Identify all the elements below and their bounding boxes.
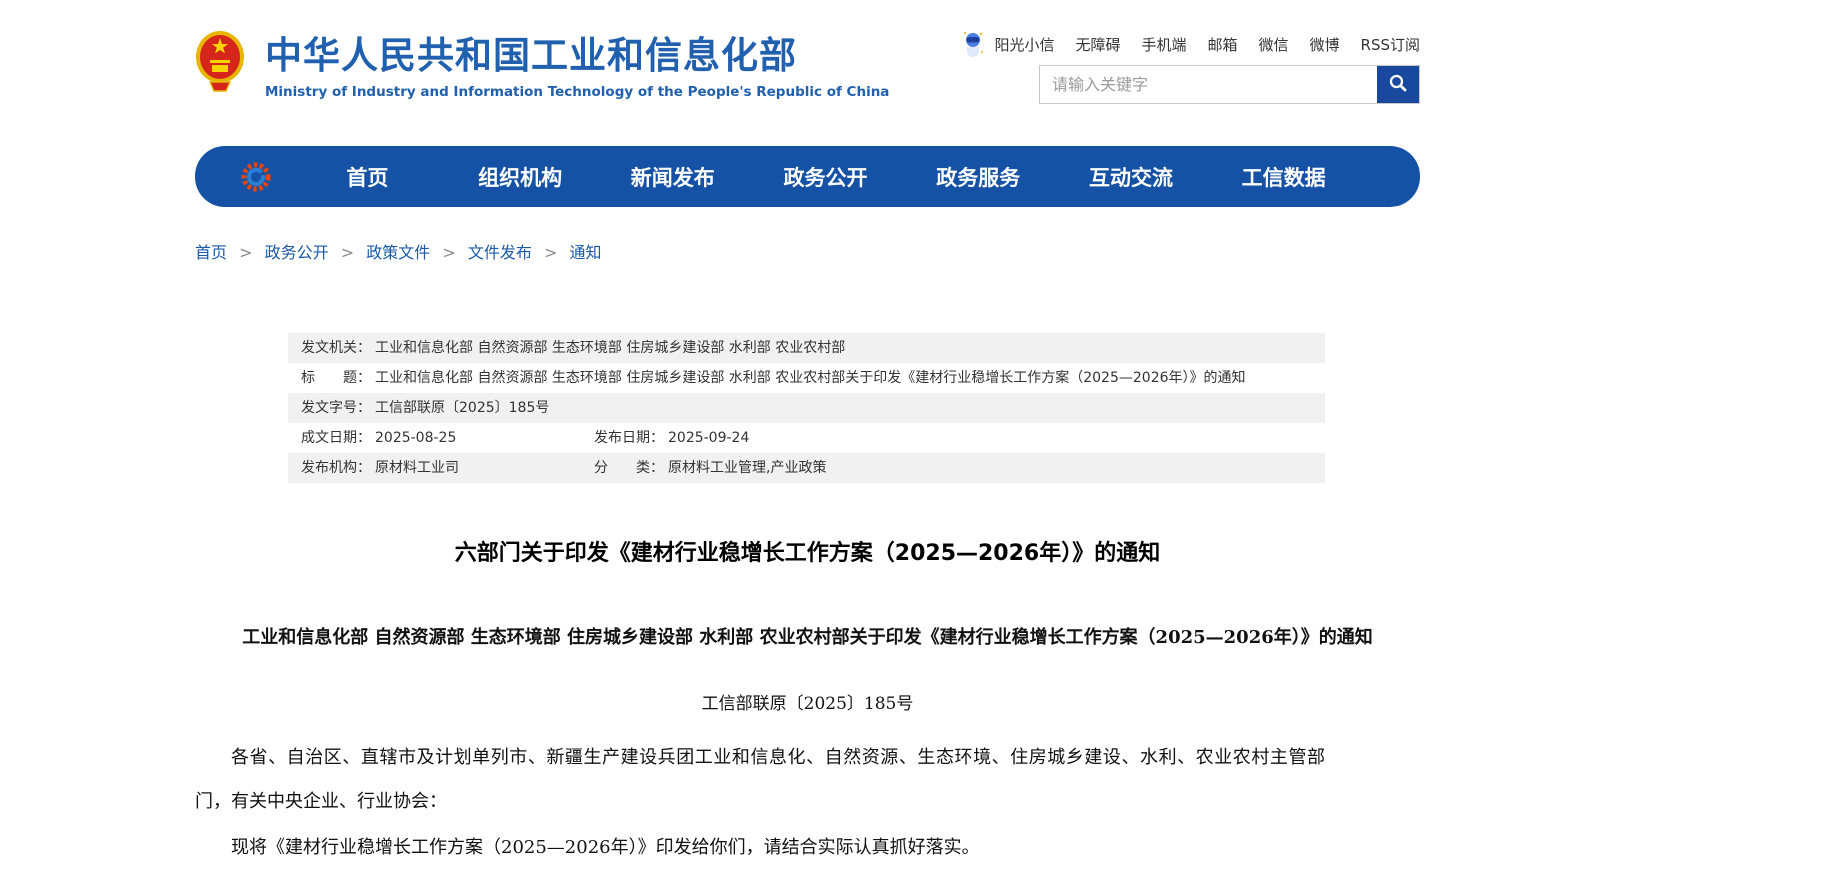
meta-label: 发布机构：	[301, 453, 371, 483]
meta-value: 原材料工业管理,产业政策	[668, 453, 826, 483]
site-title: 中华人民共和国工业和信息化部	[265, 32, 889, 80]
meta-row-dates: 成文日期： 2025-08-25 发布日期： 2025-09-24	[288, 423, 1325, 453]
site-title-english: Ministry of Industry and Information Tec…	[265, 84, 889, 100]
meta-label: 分 类：	[594, 453, 664, 483]
mascot-icon	[961, 30, 985, 58]
meta-value: 2025-08-25	[375, 423, 456, 453]
nav-item-organization[interactable]: 组织机构	[444, 162, 597, 192]
document-meta-table: 发文机关： 工业和信息化部 自然资源部 生态环境部 住房城乡建设部 水利部 农业…	[288, 333, 1325, 483]
utility-link-mobile[interactable]: 手机端	[1141, 34, 1186, 55]
nav-item-gov-services[interactable]: 政务服务	[902, 162, 1055, 192]
breadcrumb-gov-disclosure[interactable]: 政务公开	[265, 243, 329, 262]
article-container: 发文机关： 工业和信息化部 自然资源部 生态环境部 住房城乡建设部 水利部 农业…	[195, 333, 1420, 870]
miit-gear-logo-icon	[239, 160, 273, 194]
search-input[interactable]	[1040, 66, 1377, 103]
utility-link-wechat[interactable]: 微信	[1259, 34, 1289, 55]
main-nav: 首页 组织机构 新闻发布 政务公开 政务服务 互动交流 工信数据	[195, 146, 1420, 207]
meta-row-issuing-agency: 发文机关： 工业和信息化部 自然资源部 生态环境部 住房城乡建设部 水利部 农业…	[288, 333, 1325, 363]
page: 中华人民共和国工业和信息化部 Ministry of Industry and …	[0, 0, 1839, 870]
breadcrumb-policy-docs[interactable]: 政策文件	[366, 243, 430, 262]
article-body: 各省、自治区、直辖市及计划单列市、新疆生产建设兵团工业和信息化、自然资源、生态环…	[195, 736, 1420, 870]
utility-link-accessibility[interactable]: 无障碍	[1075, 34, 1120, 55]
article-paragraph: 现将《建材行业稳增长工作方案（2025—2026年）》印发给你们，请结合实际认真…	[195, 826, 1325, 870]
meta-pair: 成文日期： 2025-08-25	[301, 423, 594, 453]
site-title-block: 中华人民共和国工业和信息化部 Ministry of Industry and …	[265, 30, 889, 100]
article-paragraph: 各省、自治区、直辖市及计划单列市、新疆生产建设兵团工业和信息化、自然资源、生态环…	[195, 736, 1325, 824]
article-title: 六部门关于印发《建材行业稳增长工作方案（2025—2026年）》的通知	[195, 535, 1420, 567]
meta-label: 发文机关：	[301, 333, 371, 363]
nav-item-news[interactable]: 新闻发布	[596, 162, 749, 192]
nav-item-home[interactable]: 首页	[291, 162, 444, 192]
nav-item-interaction[interactable]: 互动交流	[1055, 162, 1208, 192]
nav-item-data[interactable]: 工信数据	[1207, 162, 1360, 192]
meta-label: 发文字号：	[301, 393, 371, 423]
breadcrumb-home[interactable]: 首页	[195, 243, 227, 262]
article-subtitle: 工业和信息化部 自然资源部 生态环境部 住房城乡建设部 水利部 农业农村部关于印…	[195, 623, 1420, 649]
national-emblem-icon	[195, 30, 245, 96]
meta-value: 工信部联原〔2025〕185号	[375, 393, 549, 423]
site-header: 中华人民共和国工业和信息化部 Ministry of Industry and …	[195, 0, 1420, 138]
breadcrumb-doc-release[interactable]: 文件发布	[468, 243, 532, 262]
meta-value: 工业和信息化部 自然资源部 生态环境部 住房城乡建设部 水利部 农业农村部	[375, 333, 845, 363]
meta-value: 2025-09-24	[668, 423, 749, 453]
utility-link-mail[interactable]: 邮箱	[1207, 34, 1237, 55]
meta-row-doc-number: 发文字号： 工信部联原〔2025〕185号	[288, 393, 1325, 423]
site-brand: 中华人民共和国工业和信息化部 Ministry of Industry and …	[195, 30, 889, 100]
meta-pair: 发布机构： 原材料工业司	[301, 453, 594, 483]
breadcrumb-separator: >	[341, 243, 354, 262]
breadcrumb: 首页 > 政务公开 > 政策文件 > 文件发布 > 通知	[195, 239, 1839, 263]
utility-links: 阳光小信 无障碍 手机端 邮箱 微信 微博 RSS订阅	[961, 30, 1420, 58]
breadcrumb-separator: >	[544, 243, 557, 262]
meta-row-publisher: 发布机构： 原材料工业司 分 类： 原材料工业管理,产业政策	[288, 453, 1325, 483]
meta-label: 发布日期：	[594, 423, 664, 453]
utility-link-rss[interactable]: RSS订阅	[1361, 34, 1420, 55]
meta-label: 成文日期：	[301, 423, 371, 453]
meta-value: 工业和信息化部 自然资源部 生态环境部 住房城乡建设部 水利部 农业农村部关于印…	[375, 363, 1246, 393]
utility-link-sunshine[interactable]: 阳光小信	[994, 34, 1054, 55]
utility-link-weibo[interactable]: 微博	[1310, 34, 1340, 55]
article-doc-number: 工信部联原〔2025〕185号	[195, 689, 1420, 714]
meta-label: 标 题：	[301, 363, 371, 393]
breadcrumb-separator: >	[442, 243, 455, 262]
nav-item-gov-disclosure[interactable]: 政务公开	[749, 162, 902, 192]
breadcrumb-separator: >	[239, 243, 252, 262]
meta-row-title: 标 题： 工业和信息化部 自然资源部 生态环境部 住房城乡建设部 水利部 农业农…	[288, 363, 1325, 393]
breadcrumb-notice[interactable]: 通知	[569, 243, 601, 262]
search-icon	[1388, 73, 1408, 96]
search-button[interactable]	[1377, 66, 1419, 103]
meta-value: 原材料工业司	[375, 453, 459, 483]
search-box	[1039, 65, 1420, 104]
